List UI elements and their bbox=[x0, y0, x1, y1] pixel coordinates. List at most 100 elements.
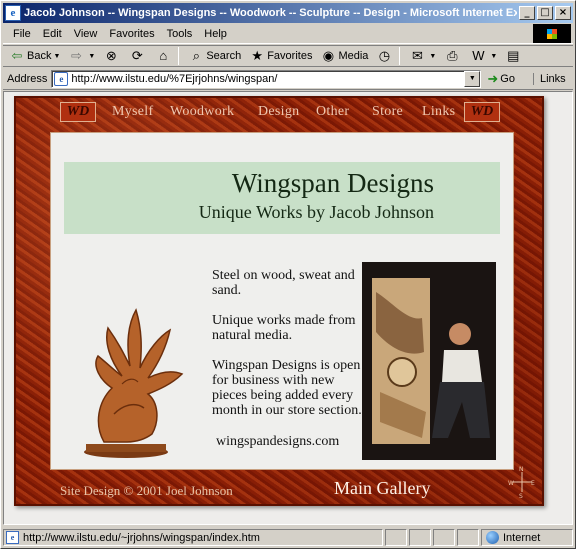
zone-label: Internet bbox=[503, 531, 541, 544]
intro-paragraph: Wingspan Designs is open for business wi… bbox=[212, 358, 362, 418]
minimize-button[interactable]: _ bbox=[519, 6, 535, 20]
menu-tools[interactable]: Tools bbox=[161, 28, 199, 40]
address-url[interactable]: http://www.ilstu.edu/%7Ejrjohns/wingspan… bbox=[71, 73, 464, 85]
site-subheading: Unique Works by Jacob Johnson bbox=[198, 202, 434, 222]
refresh-icon: ⟳ bbox=[131, 48, 143, 63]
edit-button[interactable]: W ▼ bbox=[468, 46, 499, 66]
compass-e-label: E bbox=[531, 480, 535, 487]
toolbar-separator bbox=[399, 47, 401, 65]
nav-link-store[interactable]: Store bbox=[372, 104, 403, 120]
nav-link-other[interactable]: Other bbox=[316, 104, 349, 120]
security-zone: Internet bbox=[481, 529, 573, 546]
discuss-button[interactable]: ▤ bbox=[503, 46, 525, 66]
forward-arrow-icon: ⇨ bbox=[70, 48, 82, 63]
wood-sculpture-image bbox=[84, 308, 184, 458]
browser-window: e Jacob Johnson -- Wingspan Designs -- W… bbox=[0, 0, 576, 549]
menu-file[interactable]: File bbox=[3, 28, 37, 40]
status-url: http://www.ilstu.edu/~jrjohns/wingspan/i… bbox=[23, 531, 260, 544]
status-text-panel: e http://www.ilstu.edu/~jrjohns/wingspan… bbox=[3, 529, 383, 546]
compass-icon: N S W E bbox=[508, 466, 535, 498]
intro-copy: Steel on wood, sweat and sand. Unique wo… bbox=[212, 268, 362, 449]
back-dropdown-icon[interactable]: ▼ bbox=[53, 53, 60, 60]
compass-n-label: N bbox=[519, 466, 524, 473]
media-icon: ◉ bbox=[322, 48, 335, 63]
menu-help[interactable]: Help bbox=[198, 28, 233, 40]
nav-link-design[interactable]: Design bbox=[258, 104, 299, 120]
history-button[interactable]: ◷ bbox=[374, 46, 396, 66]
title-bar[interactable]: e Jacob Johnson -- Wingspan Designs -- W… bbox=[3, 3, 573, 23]
links-button[interactable]: Links bbox=[532, 72, 566, 85]
favorites-label: Favorites bbox=[267, 50, 313, 62]
wood-frame: WD Myself Woodwork Design Other Store Li… bbox=[14, 96, 544, 506]
page-background: WD Myself Woodwork Design Other Store Li… bbox=[4, 92, 572, 524]
nav-link-links[interactable]: Links bbox=[422, 104, 455, 120]
close-button[interactable]: × bbox=[555, 6, 571, 20]
address-input[interactable]: e http://www.ilstu.edu/%7Ejrjohns/wingsp… bbox=[51, 69, 482, 88]
favorites-button[interactable]: ★ Favorites bbox=[247, 46, 314, 66]
print-icon: ⎙ bbox=[447, 48, 458, 63]
site-domain-link[interactable]: wingspandesigns.com bbox=[216, 434, 339, 449]
main-gallery-link[interactable]: Main Gallery bbox=[334, 478, 430, 499]
favorites-icon: ★ bbox=[251, 48, 264, 63]
wd-logo-right[interactable]: WD bbox=[464, 102, 500, 122]
address-dropdown-icon[interactable]: ▼ bbox=[464, 70, 481, 87]
status-cell bbox=[457, 529, 479, 546]
ie-icon: e bbox=[5, 5, 21, 21]
home-button[interactable]: ⌂ bbox=[153, 46, 175, 66]
search-label: Search bbox=[206, 50, 242, 62]
page-viewport[interactable]: WD Myself Woodwork Design Other Store Li… bbox=[3, 91, 573, 525]
stop-button[interactable]: ⊗ bbox=[101, 46, 123, 66]
intro-paragraph: Unique works made from natural media. bbox=[212, 313, 356, 343]
discuss-icon: ▤ bbox=[507, 48, 520, 63]
status-cell bbox=[409, 529, 431, 546]
nav-link-myself[interactable]: Myself bbox=[112, 104, 153, 120]
go-arrow-icon: ➜ bbox=[487, 70, 499, 86]
mail-icon: ✉ bbox=[411, 48, 423, 63]
forward-button[interactable]: ⇨ ▼ bbox=[66, 46, 97, 66]
artist-photo-image bbox=[362, 262, 496, 460]
compass-w-label: W bbox=[508, 480, 514, 487]
address-label: Address bbox=[7, 72, 48, 85]
site-heading: Wingspan Designs bbox=[231, 168, 434, 198]
maximize-button[interactable]: □ bbox=[537, 6, 553, 20]
go-button[interactable]: ➜ Go bbox=[487, 71, 515, 87]
wd-logo-left[interactable]: WD bbox=[60, 102, 96, 122]
print-button[interactable]: ⎙ bbox=[442, 46, 464, 66]
menu-view[interactable]: View bbox=[68, 28, 104, 40]
back-label: Back bbox=[27, 50, 52, 62]
go-label: Go bbox=[500, 72, 515, 85]
page-icon: e bbox=[54, 71, 69, 86]
nav-link-woodwork[interactable]: Woodwork bbox=[170, 104, 234, 120]
mail-dropdown-icon[interactable]: ▼ bbox=[429, 53, 436, 60]
back-arrow-icon: ⇦ bbox=[11, 48, 23, 63]
refresh-button[interactable]: ⟳ bbox=[127, 46, 149, 66]
windows-logo-icon bbox=[533, 24, 571, 43]
page-icon: e bbox=[6, 531, 19, 544]
status-cell bbox=[433, 529, 455, 546]
search-button[interactable]: ⌕ Search bbox=[186, 46, 243, 66]
site-credit: Site Design © 2001 Joel Johnson bbox=[60, 483, 233, 498]
search-icon: ⌕ bbox=[192, 48, 200, 63]
menu-edit[interactable]: Edit bbox=[37, 28, 68, 40]
site-nav: WD Myself Woodwork Design Other Store Li… bbox=[16, 98, 542, 128]
mail-button[interactable]: ✉ ▼ bbox=[407, 46, 438, 66]
back-button[interactable]: ⇦ Back ▼ bbox=[7, 46, 62, 66]
menu-favorites[interactable]: Favorites bbox=[103, 28, 160, 40]
site-banner: Wingspan Designs Unique Works by Jacob J… bbox=[64, 162, 500, 234]
media-button[interactable]: ◉ Media bbox=[318, 46, 370, 66]
toolbar-separator bbox=[178, 47, 180, 65]
home-icon: ⌂ bbox=[159, 48, 168, 63]
status-cell bbox=[385, 529, 407, 546]
menu-bar: File Edit View Favorites Tools Help bbox=[3, 24, 573, 44]
internet-globe-icon bbox=[486, 531, 499, 544]
stop-icon: ⊗ bbox=[105, 48, 117, 63]
standard-toolbar: ⇦ Back ▼ ⇨ ▼ ⊗ ⟳ ⌂ ⌕ Search ★ Favorites … bbox=[3, 45, 573, 67]
window-title: Jacob Johnson -- Wingspan Designs -- Woo… bbox=[24, 7, 517, 19]
word-edit-icon: W bbox=[472, 48, 485, 63]
edit-dropdown-icon[interactable]: ▼ bbox=[490, 53, 497, 60]
compass-s-label: S bbox=[519, 493, 523, 498]
forward-dropdown-icon[interactable]: ▼ bbox=[88, 53, 95, 60]
history-icon: ◷ bbox=[378, 48, 391, 63]
intro-paragraph: Steel on wood, sweat and sand. bbox=[212, 268, 355, 298]
status-bar: e http://www.ilstu.edu/~jrjohns/wingspan… bbox=[3, 528, 573, 547]
